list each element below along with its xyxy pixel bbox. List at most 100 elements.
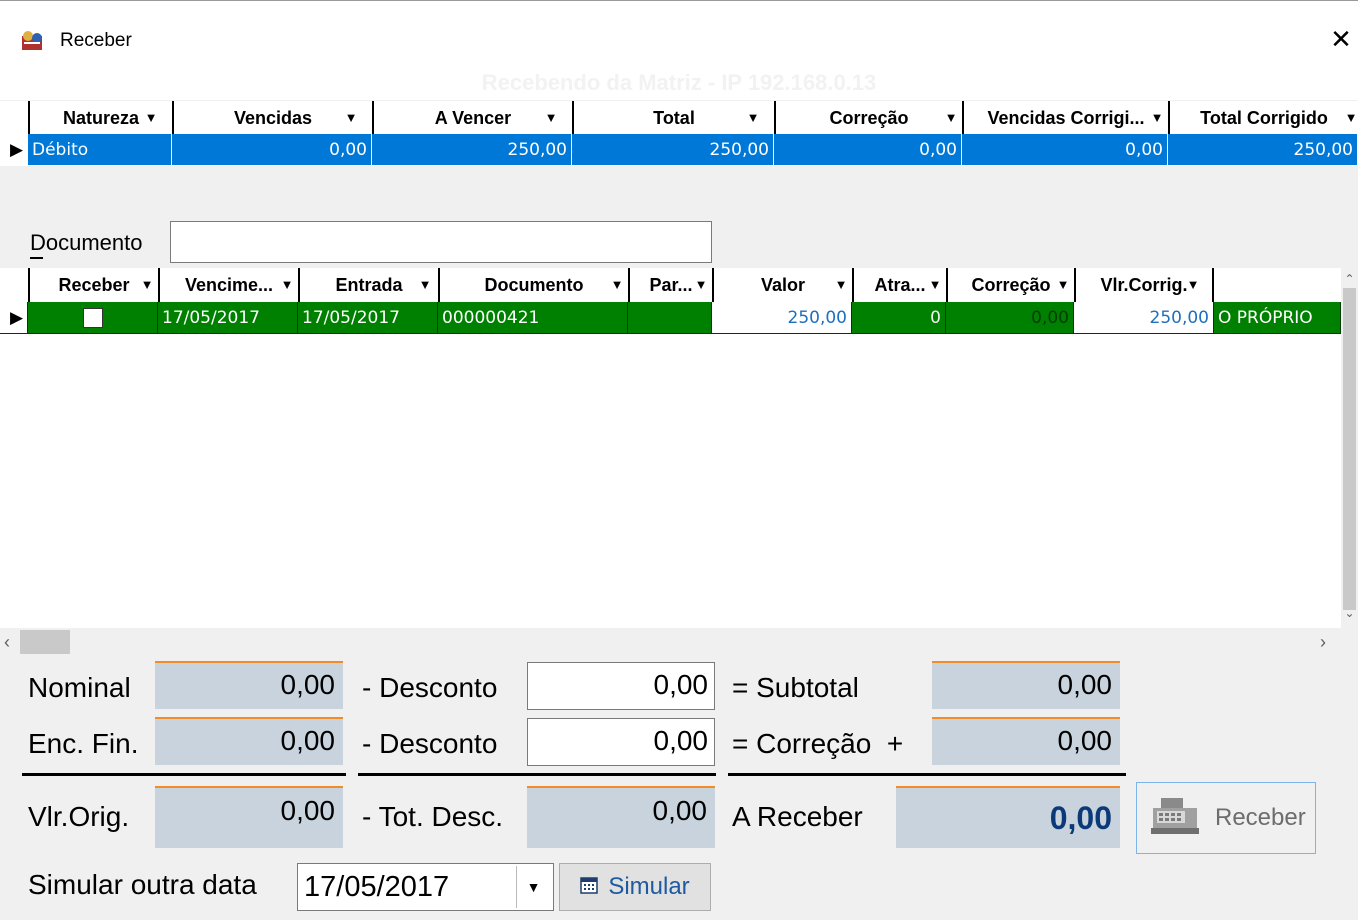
tot-desc-value: 0,00 xyxy=(527,786,715,848)
dropdown-arrow-icon: ▼ xyxy=(140,277,154,292)
cell-extra[interactable]: O PRÓPRIO xyxy=(1214,302,1341,333)
dropdown-arrow-icon: ▼ xyxy=(280,277,294,292)
cell-correcao[interactable]: 0,00 xyxy=(946,302,1074,333)
banner: Recebendo da Matriz - IP 192.168.0.13 xyxy=(0,66,1358,100)
grid1-col-total[interactable]: Total ▼ xyxy=(572,101,774,135)
grid2-row[interactable]: ▶ 17/05/2017 17/05/2017 000000421 250,00… xyxy=(0,302,1341,334)
desconto2-label: - Desconto xyxy=(362,728,498,759)
cell-natureza[interactable]: Débito xyxy=(28,134,172,165)
scroll-right-icon[interactable]: › xyxy=(1320,632,1334,652)
cell-vencimento[interactable]: 17/05/2017 xyxy=(158,302,298,333)
receber-button-label: Receber xyxy=(1215,804,1306,831)
row-indicator-icon: ▶ xyxy=(0,134,28,165)
grid1-col-avencer[interactable]: A Vencer ▼ xyxy=(372,101,572,135)
scroll-up-icon[interactable]: ⌃ xyxy=(1343,272,1356,286)
grid1-col-total-corrigido[interactable]: Total Corrigido ▼ xyxy=(1168,101,1358,135)
desconto2-input[interactable]: 0,00 xyxy=(527,718,715,766)
enc-fin-value: 0,00 xyxy=(155,717,343,765)
simular-button[interactable]: Simular xyxy=(559,863,711,911)
subtotal-value: 0,00 xyxy=(932,661,1120,709)
title-bar xyxy=(0,0,1358,66)
grid1-col-correcao[interactable]: Correção ▼ xyxy=(774,101,962,135)
grid1-row[interactable]: ▶ Débito 0,00 250,00 250,00 0,00 0,00 25… xyxy=(0,134,1358,166)
cell-parcela[interactable] xyxy=(628,302,712,333)
dropdown-arrow-icon: ▼ xyxy=(944,110,958,125)
separator-line xyxy=(358,773,716,776)
dropdown-arrow-icon: ▼ xyxy=(418,277,432,292)
grid2-col-vlr-corrig[interactable]: Vlr.Corrig. ▼ xyxy=(1074,268,1214,302)
desconto-label: - Desconto xyxy=(362,672,498,703)
grid1-header: Natureza ▼ Vencidas ▼ A Vencer ▼ Total ▼ Cor… xyxy=(0,101,1358,135)
cell-total[interactable]: 250,00 xyxy=(572,134,774,165)
dropdown-arrow-icon: ▼ xyxy=(610,277,624,292)
grid2-col-documento[interactable]: Documento ▼ xyxy=(438,268,628,302)
dropdown-arrow-icon: ▼ xyxy=(834,277,848,292)
horizontal-scroll-thumb[interactable] xyxy=(20,630,70,654)
grid1-col-vencidas-corrigidas[interactable]: Vencidas Corrigi... ▼ xyxy=(962,101,1168,135)
access-key-underline xyxy=(30,257,43,259)
dropdown-arrow-icon: ▼ xyxy=(544,110,558,125)
cell-avencer[interactable]: 250,00 xyxy=(372,134,572,165)
vlr-orig-label: Vlr.Orig. xyxy=(28,801,130,832)
calendar-icon xyxy=(580,873,599,901)
cell-atraso[interactable]: 0 xyxy=(852,302,946,333)
separator-line xyxy=(728,773,1126,776)
cell-vencidas-corrigidas[interactable]: 0,00 xyxy=(962,134,1168,165)
cell-total-corrigido[interactable]: 250,00 xyxy=(1168,134,1358,165)
dropdown-arrow-icon: ▼ xyxy=(694,277,708,292)
close-icon[interactable]: ✕ xyxy=(1326,24,1356,54)
dropdown-arrow-icon: ▼ xyxy=(1344,110,1358,125)
receber-checkbox-cell xyxy=(28,302,158,333)
grid2-col-receber[interactable]: Receber ▼ xyxy=(28,268,158,302)
correcao-label: = Correção + xyxy=(732,728,904,759)
grid2-col-parcela[interactable]: Par... ▼ xyxy=(628,268,712,302)
cell-correcao[interactable]: 0,00 xyxy=(774,134,962,165)
grid1-col-vencidas[interactable]: Vencidas ▼ xyxy=(172,101,372,135)
grid2-col-atraso[interactable]: Atra... ▼ xyxy=(852,268,946,302)
cell-vlr-corrig[interactable]: 250,00 xyxy=(1074,302,1214,333)
dropdown-arrow-icon: ▼ xyxy=(746,110,760,125)
scroll-left-icon[interactable]: ‹ xyxy=(4,632,18,652)
horizontal-scrollbar[interactable] xyxy=(0,628,1341,656)
receber-checkbox[interactable] xyxy=(82,307,103,328)
dropdown-arrow-icon: ▼ xyxy=(144,110,158,125)
simular-label: Simular outra data xyxy=(28,869,257,900)
row-indicator-icon: ▶ xyxy=(0,302,28,333)
grid2-header: Receber ▼ Vencime... ▼ Entrada ▼ Documento ▼… xyxy=(0,268,1341,302)
tot-desc-label: - Tot. Desc. xyxy=(362,801,504,832)
vlr-orig-value: 0,00 xyxy=(155,786,343,848)
nominal-value: 0,00 xyxy=(155,661,343,709)
grid2-col-valor[interactable]: Valor ▼ xyxy=(712,268,852,302)
app-icon xyxy=(20,30,46,52)
enc-fin-label: Enc. Fin. xyxy=(28,728,139,759)
dropdown-arrow-icon: ▼ xyxy=(928,277,942,292)
receber-button[interactable]: Receber xyxy=(1136,782,1316,854)
desconto-input[interactable]: 0,00 xyxy=(527,662,715,710)
separator-line xyxy=(22,773,346,776)
a-receber-value: 0,00 xyxy=(896,786,1120,848)
subtotal-label: = Subtotal xyxy=(732,672,859,703)
grid1-col-natureza[interactable]: Natureza ▼ xyxy=(28,101,172,135)
cell-vencidas[interactable]: 0,00 xyxy=(172,134,372,165)
dropdown-arrow-icon: ▼ xyxy=(1056,277,1070,292)
documento-input[interactable] xyxy=(170,221,712,263)
cell-documento[interactable]: 000000421 xyxy=(438,302,628,333)
cell-entrada[interactable]: 17/05/2017 xyxy=(298,302,438,333)
chevron-down-icon[interactable]: ▼ xyxy=(516,866,550,908)
cell-valor[interactable]: 250,00 xyxy=(712,302,852,333)
cash-register-icon xyxy=(1149,796,1201,841)
a-receber-label: A Receber xyxy=(732,801,863,832)
grid2-col-correcao[interactable]: Correção ▼ xyxy=(946,268,1074,302)
scroll-down-icon[interactable]: ⌄ xyxy=(1343,606,1356,620)
window-title: Receber xyxy=(60,30,132,51)
grid2-col-entrada[interactable]: Entrada ▼ xyxy=(298,268,438,302)
dropdown-arrow-icon: ▼ xyxy=(1150,110,1164,125)
documento-label: Documento xyxy=(30,230,143,255)
grid2-col-vencimento[interactable]: Vencime... ▼ xyxy=(158,268,298,302)
nominal-label: Nominal xyxy=(28,672,131,703)
dropdown-arrow-icon: ▼ xyxy=(344,110,358,125)
dropdown-arrow-icon: ▼ xyxy=(1186,277,1200,292)
vertical-scroll-thumb[interactable] xyxy=(1343,288,1356,610)
simular-button-label: Simular xyxy=(608,873,690,900)
correcao-value: 0,00 xyxy=(932,717,1120,765)
